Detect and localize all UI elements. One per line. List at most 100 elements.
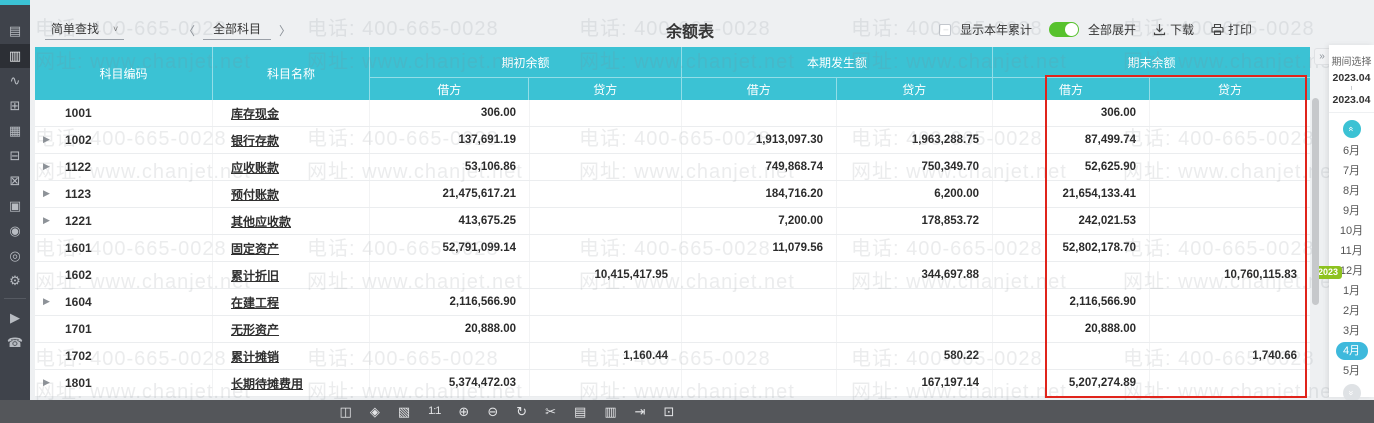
expand-row-icon[interactable]: ▶ bbox=[43, 189, 50, 198]
subject-name-link[interactable]: 累计摊销 bbox=[231, 348, 279, 365]
actual-size-icon[interactable]: 1:1 bbox=[428, 404, 441, 419]
month-item[interactable]: 11月 bbox=[1329, 241, 1374, 261]
month-item[interactable]: 5月 bbox=[1329, 361, 1374, 381]
subject-name-link[interactable]: 库存现金 bbox=[231, 105, 279, 122]
subject-scope-nav: 〈 全部科目 〉 bbox=[175, 20, 299, 40]
sidebar-item-settings-gear-icon[interactable]: ⚙ bbox=[0, 269, 30, 293]
end-debit-cell: 242,021.53 bbox=[993, 208, 1150, 234]
vertical-scrollbar-thumb[interactable] bbox=[1312, 98, 1319, 305]
expand-row-icon[interactable]: ▶ bbox=[43, 378, 50, 387]
month-item[interactable]: 8月 bbox=[1329, 181, 1374, 201]
magic-select-icon[interactable]: ◈ bbox=[370, 404, 380, 419]
rotate-icon[interactable]: ↻ bbox=[516, 404, 527, 419]
print-label: 打印 bbox=[1227, 23, 1252, 37]
opening-credit-header: 贷方 bbox=[593, 82, 618, 97]
print-icon[interactable]: ⊡ bbox=[664, 404, 675, 419]
expand-row-icon[interactable]: ▶ bbox=[43, 297, 50, 306]
sidebar-item-voucher-icon[interactable]: ▤ bbox=[0, 19, 30, 43]
table-row: ▶ 1221 其他应收款 413,675.25 7,200.00 178,853.72 24… bbox=[35, 208, 1310, 235]
zoom-in-icon[interactable]: ⊕ bbox=[458, 404, 469, 419]
save-image-icon[interactable]: ▥ bbox=[604, 404, 616, 419]
period-to[interactable]: 2023.04 bbox=[1329, 94, 1374, 106]
subject-code-cell: ▶ 1002 bbox=[35, 127, 213, 153]
month-list: 6月 7月 8月 9月 10月 11月 12月 1月 2月 3月 4月 5月 bbox=[1329, 141, 1374, 381]
ending-credit-header: 贷方 bbox=[1217, 82, 1242, 97]
subject-name-cell: 应收账款 bbox=[213, 154, 370, 180]
subject-name-cell: 预付账款 bbox=[213, 181, 370, 207]
month-item[interactable]: 9月 bbox=[1329, 201, 1374, 221]
opening-balance-title: 期初余额 bbox=[370, 47, 681, 78]
subject-name-link[interactable]: 无形资产 bbox=[231, 321, 279, 338]
subject-name-link[interactable]: 银行存款 bbox=[231, 132, 279, 149]
subject-code-cell: ▶ 1221 bbox=[35, 208, 213, 234]
expand-row-icon[interactable]: ▶ bbox=[43, 135, 50, 144]
subject-name-cell: 其他应收款 bbox=[213, 208, 370, 234]
table-row: 1701 无形资产 20,888.00 20,888.00 bbox=[35, 316, 1310, 343]
expand-all-toggle[interactable] bbox=[1048, 22, 1079, 37]
month-item[interactable]: 6月 bbox=[1329, 141, 1374, 161]
save-word-icon[interactable]: ▤ bbox=[574, 404, 586, 419]
search-mode-dropdown[interactable]: 简单查找 ˅ bbox=[45, 20, 125, 40]
period-selector-panel: 期间选择 2023.04 2023.04 « 6月 7月 8月 9月 10月 11月 12月… bbox=[1314, 45, 1374, 402]
subject-code-cell: ▶ 1604 bbox=[35, 289, 213, 315]
audit-search-icon: ◎ bbox=[9, 248, 21, 263]
image-edit-icon[interactable]: ▧ bbox=[398, 404, 410, 419]
op-credit-cell bbox=[530, 100, 682, 126]
sidebar-item-report-chart-icon[interactable]: ∿ bbox=[0, 69, 30, 93]
subject-name-link[interactable]: 固定资产 bbox=[231, 240, 279, 257]
sidebar-item-cashier-icon[interactable]: ⊠ bbox=[0, 169, 30, 193]
documents-icon: ⊞ bbox=[9, 98, 21, 113]
subject-code: 1001 bbox=[65, 106, 92, 120]
sidebar-item-ledger-icon[interactable]: ▥ bbox=[0, 44, 30, 68]
zoom-out-icon[interactable]: ⊖ bbox=[487, 404, 498, 419]
fixed-assets-icon: ▣ bbox=[8, 198, 22, 213]
cut-icon[interactable]: ✂ bbox=[545, 404, 556, 419]
subject-name-link[interactable]: 预付账款 bbox=[231, 186, 279, 203]
opening-debit-header: 借方 bbox=[370, 78, 530, 100]
month-item[interactable]: 3月 bbox=[1329, 321, 1374, 341]
expand-row-icon[interactable]: ▶ bbox=[43, 216, 50, 225]
op-credit-cell: 10,415,417.95 bbox=[530, 262, 682, 288]
period-from[interactable]: 2023.04 bbox=[1329, 72, 1374, 84]
cur-debit-cell bbox=[682, 316, 837, 342]
download-label: 下载 bbox=[1169, 23, 1194, 37]
subject-scope-label[interactable]: 全部科目 bbox=[203, 20, 272, 40]
sidebar-item-salary-icon[interactable]: ◉ bbox=[0, 219, 30, 243]
month-item[interactable]: 2月 bbox=[1329, 301, 1374, 321]
subject-name-link[interactable]: 在建工程 bbox=[231, 294, 279, 311]
subject-name-link[interactable]: 累计折旧 bbox=[231, 267, 279, 284]
subject-name-link[interactable]: 其他应收款 bbox=[231, 213, 291, 230]
sidebar-item-documents-icon[interactable]: ⊞ bbox=[0, 94, 30, 118]
subject-name-link[interactable]: 应收账款 bbox=[231, 159, 279, 176]
subject-code: 1602 bbox=[65, 268, 92, 282]
month-item[interactable]: 10月 bbox=[1329, 221, 1374, 241]
op-debit-cell bbox=[370, 343, 530, 369]
subject-code-cell: ▶ 1122 bbox=[35, 154, 213, 180]
month-item[interactable]: 7月 bbox=[1329, 161, 1374, 181]
subject-name-cell: 在建工程 bbox=[213, 289, 370, 315]
panel-icon[interactable]: ◫ bbox=[340, 404, 352, 419]
cur-debit-cell: 184,716.20 bbox=[682, 181, 837, 207]
month-item[interactable]: 1月 bbox=[1329, 281, 1374, 301]
month-item-selected[interactable]: 4月 bbox=[1335, 342, 1368, 360]
download-button[interactable]: 下载 bbox=[1153, 21, 1194, 38]
scroll-months-up-button[interactable]: « bbox=[1342, 120, 1361, 138]
collapse-panel-tab[interactable]: » bbox=[1314, 48, 1329, 65]
prev-subject-arrow[interactable]: 〈 bbox=[175, 22, 203, 39]
sidebar-item-video-tutorial-icon[interactable]: ▶ bbox=[0, 306, 30, 330]
sidebar-item-calendar-icon[interactable]: ▦ bbox=[0, 119, 30, 143]
export-icon[interactable]: ⇥ bbox=[635, 404, 646, 419]
next-subject-arrow[interactable]: 〉 bbox=[271, 22, 299, 39]
cur-credit-cell: 1,963,288.75 bbox=[837, 127, 993, 153]
app-window: ▤ ▥ ∿ ⊞ ▦ ⊟ ⊠ ▣ ◉ ◎ ⚙ ▶ ☎ 简单查找 ˅ 〈 全部科目 〉 余额表 显示本年累计… bbox=[0, 0, 1374, 423]
subject-name-link[interactable]: 长期待摊费用 bbox=[231, 375, 303, 392]
show-ytd-checkbox[interactable] bbox=[938, 23, 951, 36]
end-debit-cell: 20,888.00 bbox=[993, 316, 1150, 342]
sidebar-item-audit-search-icon[interactable]: ◎ bbox=[0, 244, 30, 268]
sidebar-item-invoice-icon[interactable]: ⊟ bbox=[0, 144, 30, 168]
sidebar-item-customer-service-icon[interactable]: ☎ bbox=[0, 331, 30, 355]
expand-row-icon[interactable]: ▶ bbox=[43, 162, 50, 171]
sidebar-item-fixed-assets-icon[interactable]: ▣ bbox=[0, 194, 30, 218]
subject-code-cell: 1701 bbox=[35, 316, 213, 342]
print-button[interactable]: 打印 bbox=[1211, 21, 1252, 38]
